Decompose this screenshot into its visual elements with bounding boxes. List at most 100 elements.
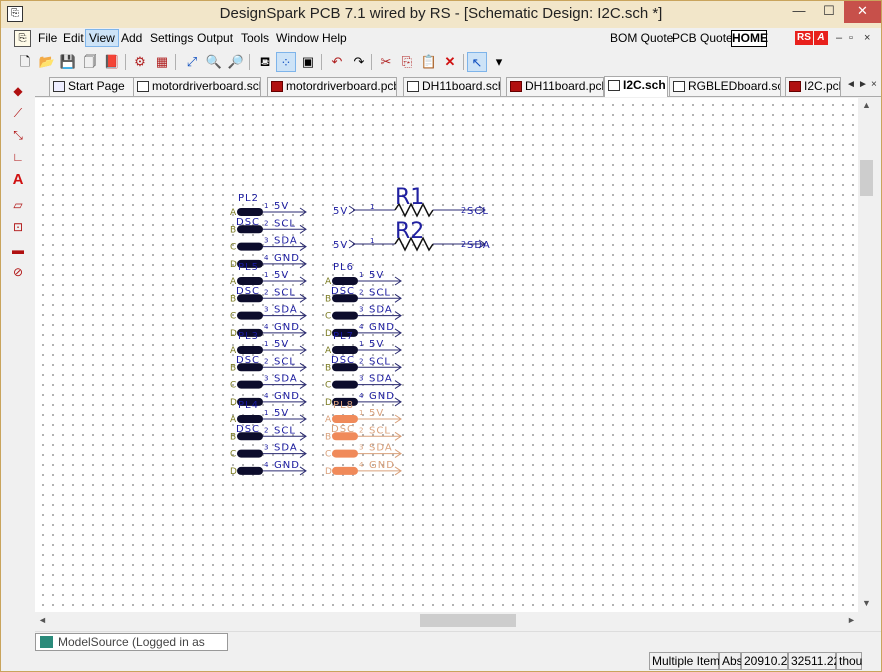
- toolbar-separator: [175, 54, 176, 70]
- status-units[interactable]: thou: [836, 652, 862, 670]
- save-icon[interactable]: 💾: [58, 52, 78, 72]
- tab-rgbledboard-sch[interactable]: RGBLEDboard.sch: [669, 77, 781, 96]
- menu-window[interactable]: Window: [276, 31, 319, 45]
- library-icon[interactable]: 📕: [102, 52, 122, 72]
- mdi-close-button[interactable]: ×: [864, 32, 870, 44]
- connector-pin-body: [237, 432, 263, 441]
- close-button[interactable]: ✕: [844, 1, 881, 23]
- zoom-fit-icon[interactable]: ⤢: [182, 52, 202, 72]
- connector-pin-body: [237, 225, 263, 234]
- vertical-scrollbar[interactable]: ▲ ▼: [858, 98, 875, 612]
- tab-dh11board-pcb[interactable]: DH11board.pcb: [506, 77, 604, 96]
- add-bus-icon[interactable]: ⤡: [7, 125, 29, 145]
- modelsource-tab[interactable]: ModelSource (Logged in as Aent): [35, 633, 228, 665]
- measure-icon[interactable]: ⊘: [7, 262, 29, 282]
- menu-help[interactable]: Help: [322, 31, 347, 45]
- copy-icon[interactable]: ⎘: [397, 52, 417, 72]
- pin-number: 1: [359, 409, 363, 417]
- horizontal-scroll-thumb[interactable]: [420, 614, 516, 627]
- connector-pin-body: [237, 294, 263, 303]
- menu-settings[interactable]: Settings: [150, 31, 193, 45]
- add-line-icon[interactable]: ∟: [7, 147, 29, 167]
- connector-ref-label: PL7: [333, 331, 354, 342]
- menu-output[interactable]: Output: [197, 31, 233, 45]
- scroll-right-icon[interactable]: ►: [847, 615, 856, 625]
- tab-label: DH11board.sch: [422, 79, 501, 93]
- pcb-quote-link[interactable]: PCB Quote: [672, 31, 733, 45]
- add-block-icon[interactable]: ▬: [7, 240, 29, 260]
- redo-icon[interactable]: ↷: [349, 52, 369, 72]
- pin-net-label: 5V: [274, 270, 289, 281]
- pin-number: 4: [264, 323, 269, 331]
- menu-add[interactable]: Add: [121, 31, 142, 45]
- scroll-left-icon[interactable]: ◄: [38, 615, 47, 625]
- tab-scroll-right-icon[interactable]: ►: [858, 79, 868, 90]
- select-pointer-icon[interactable]: ↖: [467, 52, 487, 72]
- menu-tools[interactable]: Tools: [241, 31, 269, 45]
- fill-icon[interactable]: ⛾: [255, 52, 275, 72]
- tab-label: Start Page: [68, 79, 125, 93]
- snap-icon[interactable]: ▣: [298, 52, 318, 72]
- add-connection-icon[interactable]: ⟋: [7, 103, 29, 123]
- new-file-icon[interactable]: 🗋: [15, 52, 35, 72]
- paste-icon[interactable]: 📋: [419, 52, 439, 72]
- more-tools-icon[interactable]: ▾: [489, 52, 509, 72]
- pin-number: 1: [264, 409, 268, 417]
- undo-icon[interactable]: ↶: [327, 52, 347, 72]
- pin-number: 2: [264, 219, 268, 227]
- menu-file[interactable]: File: [38, 31, 57, 45]
- schematic-drawing[interactable]: PL2DSCA1 5VB2 SCLC3 SDAD4 GNDPL5DSCA1 5VB2 SCL…: [35, 98, 858, 612]
- pin-number: 1: [359, 340, 363, 348]
- schematic-canvas[interactable]: PL2 DSC A 1 5V B 2 SCL C 3 SDA D 4 GND PL5 DSC A 1 5V B 2 SCL…: [35, 98, 858, 612]
- design-rules-icon[interactable]: ▦: [152, 52, 172, 72]
- tab-i2c-pcb[interactable]: I2C.pcb: [785, 77, 841, 96]
- tab-motordriverboard-sch[interactable]: motordriverboard.sch: [133, 77, 261, 96]
- tab-dh11board-sch[interactable]: DH11board.sch: [403, 77, 501, 96]
- menu-view[interactable]: View: [85, 29, 119, 47]
- zoom-in-icon[interactable]: 🔍: [204, 52, 224, 72]
- document-tabs: Start Page motordriverboard.sch motordri…: [35, 75, 881, 97]
- home-button[interactable]: HOME: [731, 30, 768, 47]
- save-all-icon[interactable]: 🗍: [80, 52, 100, 72]
- connector-pin-body: [332, 277, 358, 285]
- mdi-minimize-button[interactable]: –: [836, 32, 842, 44]
- bom-quote-link[interactable]: BOM Quote: [610, 31, 673, 45]
- mdi-restore-button[interactable]: ▫: [849, 32, 853, 44]
- tab-close-icon[interactable]: ×: [871, 79, 877, 90]
- document-menu-icon[interactable]: ⎘: [14, 30, 31, 47]
- open-file-icon[interactable]: 📂: [37, 52, 57, 72]
- tab-scroll-left-icon[interactable]: ◄: [846, 79, 856, 90]
- maximize-button[interactable]: ☐: [815, 1, 843, 23]
- zoom-out-icon[interactable]: 🔎: [226, 52, 246, 72]
- menu-edit[interactable]: Edit: [63, 31, 84, 45]
- delete-icon[interactable]: ✕: [440, 52, 460, 72]
- pin-number: 4: [359, 392, 364, 400]
- add-shape-icon[interactable]: ▱: [7, 195, 29, 215]
- cut-icon[interactable]: ✂: [376, 52, 396, 72]
- pin-net-label: SCL: [369, 287, 391, 298]
- tab-i2c-sch[interactable]: I2C.sch: [604, 76, 668, 97]
- pcb-icon: [510, 81, 522, 92]
- vertical-scroll-thumb[interactable]: [860, 160, 873, 196]
- pin-net-label: SCL: [274, 356, 296, 367]
- grid-icon[interactable]: ⁘: [276, 52, 296, 72]
- pcb-icon: [271, 81, 283, 92]
- tab-start-page[interactable]: Start Page: [49, 77, 134, 96]
- pin-net-label: SCL: [274, 218, 296, 229]
- design-settings-icon[interactable]: ⚙: [130, 52, 150, 72]
- start-page-icon: [53, 81, 65, 92]
- pin-net-label: 5V: [369, 339, 384, 350]
- connector-pin-body: [237, 380, 263, 389]
- connector-ref-label: PL4: [238, 400, 259, 411]
- add-component-icon[interactable]: ◆: [7, 81, 29, 101]
- resistor-ref-label: R1: [395, 185, 424, 210]
- resistor-output-net: SCL: [467, 206, 489, 217]
- scroll-up-icon[interactable]: ▲: [862, 100, 871, 110]
- horizontal-scrollbar[interactable]: ◄ ►: [35, 612, 858, 629]
- add-text-icon[interactable]: A: [7, 170, 29, 190]
- tab-motordriverboard-pcb[interactable]: motordriverboard.pcb: [267, 77, 397, 96]
- minimize-button[interactable]: —: [785, 1, 813, 23]
- status-coordinate-mode[interactable]: Abs: [719, 652, 743, 670]
- add-port-icon[interactable]: ⊡: [7, 217, 29, 237]
- scroll-down-icon[interactable]: ▼: [862, 598, 871, 608]
